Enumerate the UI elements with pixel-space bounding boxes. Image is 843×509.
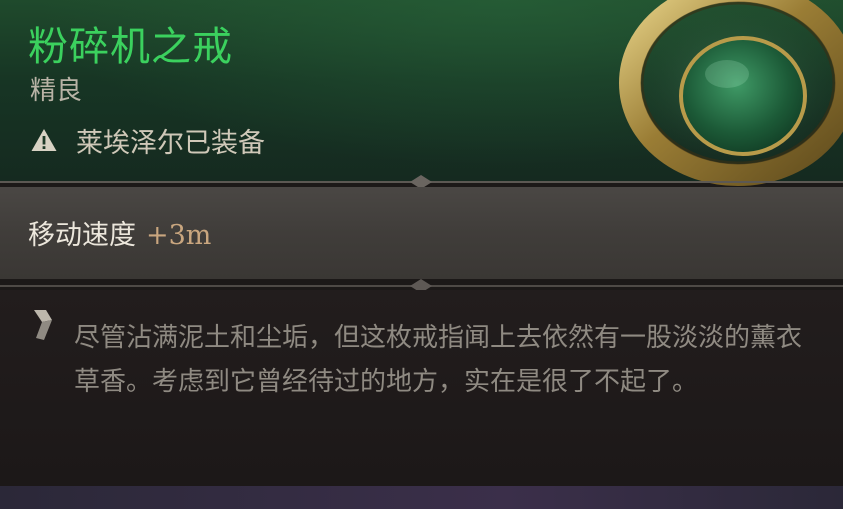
tooltip-header: 粉碎机之戒 精良 莱埃泽尔已装备 [0, 0, 843, 188]
item-tooltip: 粉碎机之戒 精良 莱埃泽尔已装备 移动速度 +3m 尽管沾满泥土和尘垢，但这枚戒… [0, 0, 843, 509]
bottom-edge [0, 486, 843, 509]
equipped-by-text: 莱埃泽尔已装备 [76, 127, 265, 159]
jade-ring-icon [613, 0, 843, 188]
quote-icon [34, 310, 52, 340]
stats-section: 移动速度 +3m [0, 187, 843, 279]
item-name: 粉碎机之戒 [28, 24, 233, 70]
item-rarity: 精良 [30, 76, 83, 106]
lore-text: 尽管沾满泥土和尘垢，但这枚戒指闻上去依然有一股淡淡的薰衣草香。考虑到它曾经待过的… [74, 323, 803, 397]
warning-triangle-icon [31, 129, 57, 151]
equipped-status: 莱埃泽尔已装备 [30, 120, 265, 160]
stat-value: +3m [146, 220, 212, 251]
stat-row-movement-speed: 移动速度 +3m [28, 213, 211, 252]
lore-section: 尽管沾满泥土和尘垢，但这枚戒指闻上去依然有一股淡淡的薰衣草香。考虑到它曾经待过的… [0, 290, 843, 486]
stat-label: 移动速度 [28, 220, 136, 251]
